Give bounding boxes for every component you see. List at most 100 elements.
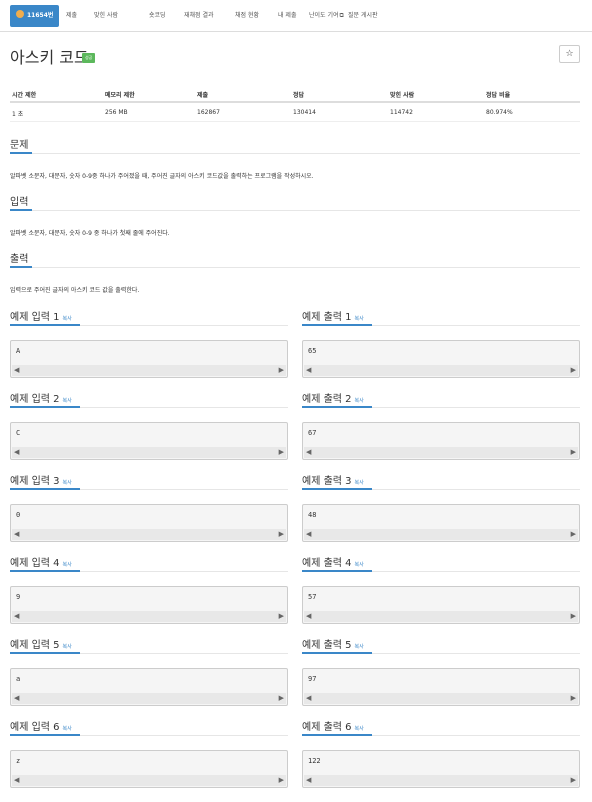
sample-output-title-3: 예제 출력 3 복사 <box>302 472 364 487</box>
copy-button[interactable]: 복사 <box>355 726 364 732</box>
horizontal-scrollbar[interactable]: ◀ ▶ <box>304 529 578 540</box>
horizontal-scrollbar[interactable]: ◀ ▶ <box>304 693 578 704</box>
copy-button[interactable]: 복사 <box>355 316 364 322</box>
sample-output-box-5[interactable]: 97 ◀ ▶ <box>302 668 580 706</box>
scroll-left-icon[interactable]: ◀ <box>306 448 311 457</box>
copy-button[interactable]: 복사 <box>355 644 364 650</box>
tab-judge-status[interactable]: 채점 현황 <box>231 6 263 26</box>
scroll-left-icon[interactable]: ◀ <box>306 530 311 539</box>
scroll-right-icon[interactable]: ▶ <box>571 448 576 457</box>
sample-input-box-3[interactable]: 0 ◀ ▶ <box>10 504 288 542</box>
horizontal-scrollbar[interactable]: ◀ ▶ <box>304 365 578 376</box>
sample-divider <box>10 652 288 654</box>
tab-rejudge-results[interactable]: 재채점 결과 <box>180 6 218 26</box>
sample-divider <box>302 324 580 326</box>
tab-my-submissions[interactable]: 내 제출 <box>274 6 300 26</box>
scroll-right-icon[interactable]: ▶ <box>571 612 576 621</box>
sample-output-box-3[interactable]: 48 ◀ ▶ <box>302 504 580 542</box>
sample-output-box-1[interactable]: 65 ◀ ▶ <box>302 340 580 378</box>
sample-input-value: a <box>16 675 21 683</box>
scroll-right-icon[interactable]: ▶ <box>571 776 576 785</box>
solved-users-value: 114742 <box>390 109 413 116</box>
sample-input-box-6[interactable]: z ◀ ▶ <box>10 750 288 788</box>
copy-button[interactable]: 복사 <box>63 398 72 404</box>
sample-input-box-5[interactable]: a ◀ ▶ <box>10 668 288 706</box>
sample-input-value: z <box>16 757 21 765</box>
scroll-left-icon[interactable]: ◀ <box>14 694 19 703</box>
copy-button[interactable]: 복사 <box>63 562 72 568</box>
copy-button[interactable]: 복사 <box>355 562 364 568</box>
sample-divider <box>10 488 288 490</box>
copy-button[interactable]: 복사 <box>63 644 72 650</box>
problem-page: 11654번 제출 맞힌 사람 숏코딩 재채점 결과 채점 현황 내 제출 난이… <box>0 0 592 802</box>
sample-title-text: 예제 출력 5 <box>302 640 352 651</box>
sample-input-box-4[interactable]: 9 ◀ ▶ <box>10 586 288 624</box>
scroll-left-icon[interactable]: ◀ <box>306 366 311 375</box>
sample-input-title-5: 예제 입력 5 복사 <box>10 636 72 651</box>
scroll-left-icon[interactable]: ◀ <box>14 366 19 375</box>
copy-button[interactable]: 복사 <box>63 316 72 322</box>
horizontal-scrollbar[interactable]: ◀ ▶ <box>304 611 578 622</box>
scroll-right-icon[interactable]: ▶ <box>279 776 284 785</box>
sample-input-box-1[interactable]: A ◀ ▶ <box>10 340 288 378</box>
scroll-left-icon[interactable]: ◀ <box>306 776 311 785</box>
sample-output-value: 57 <box>308 593 317 601</box>
scroll-left-icon[interactable]: ◀ <box>14 448 19 457</box>
copy-button[interactable]: 복사 <box>355 480 364 486</box>
copy-button[interactable]: 복사 <box>63 726 72 732</box>
horizontal-scrollbar[interactable]: ◀ ▶ <box>304 775 578 786</box>
sample-output-value: 48 <box>308 511 317 519</box>
scroll-right-icon[interactable]: ▶ <box>571 530 576 539</box>
scroll-right-icon[interactable]: ▶ <box>279 612 284 621</box>
horizontal-scrollbar[interactable]: ◀ ▶ <box>12 775 286 786</box>
scroll-right-icon[interactable]: ▶ <box>571 366 576 375</box>
sample-output-box-6[interactable]: 122 ◀ ▶ <box>302 750 580 788</box>
scroll-left-icon[interactable]: ◀ <box>306 694 311 703</box>
page-title: 아스키 코드 <box>10 48 89 67</box>
sample-input-value: A <box>16 347 21 355</box>
scroll-right-icon[interactable]: ▶ <box>279 448 284 457</box>
scroll-left-icon[interactable]: ◀ <box>14 530 19 539</box>
tab-submit[interactable]: 제출 <box>62 6 81 26</box>
memory-limit-value: 256 MB <box>105 109 128 116</box>
output-section-title: 출력 <box>10 254 29 265</box>
sample-input-box-2[interactable]: C ◀ ▶ <box>10 422 288 460</box>
tab-problem-number[interactable]: 11654번 <box>10 5 60 27</box>
header-submissions: 제출 <box>197 92 209 99</box>
sample-input-value: C <box>16 429 21 437</box>
sample-input-title-2: 예제 입력 2 복사 <box>10 390 72 405</box>
tab-qna-board[interactable]: 질문 게시판 <box>344 6 382 26</box>
horizontal-scrollbar[interactable]: ◀ ▶ <box>12 529 286 540</box>
tab-difficulty-contribution[interactable]: 난이도 기여⧉ <box>305 6 348 26</box>
section-divider <box>10 152 580 154</box>
tab-short-coding[interactable]: 숏코딩 <box>145 6 170 26</box>
sample-input-value: 9 <box>16 593 21 601</box>
horizontal-scrollbar[interactable]: ◀ ▶ <box>12 611 286 622</box>
scroll-left-icon[interactable]: ◀ <box>14 776 19 785</box>
horizontal-scrollbar[interactable]: ◀ ▶ <box>12 447 286 458</box>
section-divider <box>10 266 580 268</box>
tab-solved-users[interactable]: 맞힌 사람 <box>90 6 122 26</box>
scroll-right-icon[interactable]: ▶ <box>571 694 576 703</box>
time-limit-value: 1 초 <box>12 111 24 118</box>
scroll-right-icon[interactable]: ▶ <box>279 366 284 375</box>
sample-output-box-2[interactable]: 67 ◀ ▶ <box>302 422 580 460</box>
sample-output-value: 67 <box>308 429 317 437</box>
status-badge: 성공 <box>82 53 96 63</box>
medal-icon <box>16 10 24 18</box>
horizontal-scrollbar[interactable]: ◀ ▶ <box>12 693 286 704</box>
horizontal-scrollbar[interactable]: ◀ ▶ <box>304 447 578 458</box>
scroll-right-icon[interactable]: ▶ <box>279 530 284 539</box>
horizontal-scrollbar[interactable]: ◀ ▶ <box>12 365 286 376</box>
sample-output-box-4[interactable]: 57 ◀ ▶ <box>302 586 580 624</box>
copy-button[interactable]: 복사 <box>355 398 364 404</box>
problem-section-title: 문제 <box>10 140 29 151</box>
header-solved-users: 맞힌 사람 <box>390 92 415 99</box>
scroll-left-icon[interactable]: ◀ <box>14 612 19 621</box>
sample-title-text: 예제 입력 1 <box>10 312 60 323</box>
scroll-right-icon[interactable]: ▶ <box>279 694 284 703</box>
sample-output-title-2: 예제 출력 2 복사 <box>302 390 364 405</box>
favorite-button[interactable]: ☆ <box>559 45 580 63</box>
copy-button[interactable]: 복사 <box>63 480 72 486</box>
scroll-left-icon[interactable]: ◀ <box>306 612 311 621</box>
